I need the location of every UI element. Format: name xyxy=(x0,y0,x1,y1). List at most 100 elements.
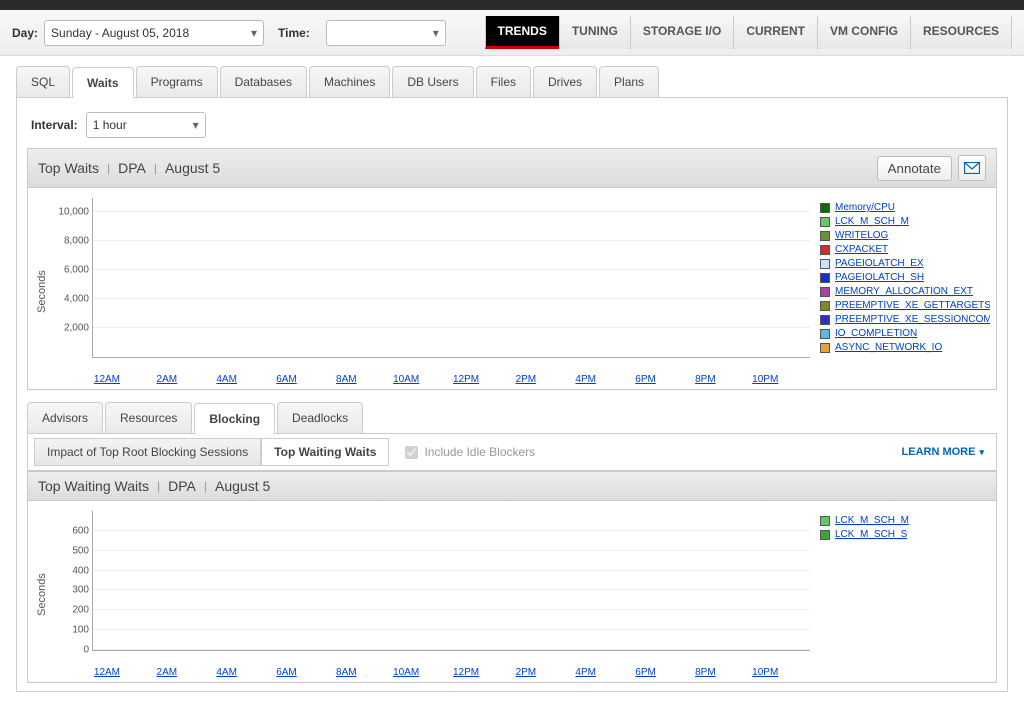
legend-item[interactable]: PAGEIOLATCH_EX xyxy=(820,258,990,269)
legend-label: PREEMPTIVE_XE_SESSIONCOMMIT xyxy=(835,314,990,325)
chart-plot-area[interactable]: 2,0004,0006,0008,00010,000 xyxy=(92,198,810,358)
sub-tab-databases[interactable]: Databases xyxy=(220,66,307,97)
x-tick[interactable]: 8PM xyxy=(690,374,720,385)
legend-label: PAGEIOLATCH_SH xyxy=(835,272,924,283)
x-tick[interactable]: 10AM xyxy=(391,667,421,678)
legend-label: WRITELOG xyxy=(835,230,888,241)
legend-swatch xyxy=(820,231,830,241)
chevron-down-icon: ▾ xyxy=(251,26,257,40)
sub-tab-db-users[interactable]: DB Users xyxy=(392,66,473,97)
x-tick[interactable]: 2PM xyxy=(511,374,541,385)
x-tick[interactable]: 6PM xyxy=(631,374,661,385)
day-value: Sunday - August 05, 2018 xyxy=(51,26,189,40)
nav-tab-resources[interactable]: RESOURCES xyxy=(910,16,1012,49)
learn-more-link[interactable]: LEARN MORE xyxy=(902,446,984,458)
x-tick[interactable]: 4AM xyxy=(212,374,242,385)
nav-tab-tuning[interactable]: TUNING xyxy=(559,16,630,49)
analysis-tab-advisors[interactable]: Advisors xyxy=(27,402,103,433)
legend-item[interactable]: LCK_M_SCH_S xyxy=(820,529,990,540)
legend-swatch xyxy=(820,301,830,311)
nav-tab-trends[interactable]: TRENDS xyxy=(485,16,559,49)
category-tabs: SQLWaitsProgramsDatabasesMachinesDB User… xyxy=(16,66,1008,98)
seg-impact[interactable]: Impact of Top Root Blocking Sessions xyxy=(34,438,261,466)
y-tick: 2,000 xyxy=(51,323,89,334)
legend-label: PAGEIOLATCH_EX xyxy=(835,258,924,269)
day-label: Day: xyxy=(12,26,38,40)
x-tick[interactable]: 4PM xyxy=(571,667,601,678)
section-meta: DPA xyxy=(118,160,146,176)
time-select[interactable]: ▾ xyxy=(326,20,446,46)
sub-tab-plans[interactable]: Plans xyxy=(599,66,659,97)
seg-top-waiting[interactable]: Top Waiting Waits xyxy=(261,438,389,466)
x-tick[interactable]: 2PM xyxy=(511,667,541,678)
legend-item[interactable]: LCK_M_SCH_M xyxy=(820,515,990,526)
analysis-tab-blocking[interactable]: Blocking xyxy=(194,403,275,434)
waits-panel: Interval: 1 hour ▾ Top Waits | DPA | Aug… xyxy=(16,98,1008,692)
legend-label: MEMORY_ALLOCATION_EXT xyxy=(835,286,973,297)
legend-swatch xyxy=(820,343,830,353)
chart-legend: LCK_M_SCH_M LCK_M_SCH_S xyxy=(810,511,990,678)
x-tick[interactable]: 10PM xyxy=(750,667,780,678)
legend-item[interactable]: IO_COMPLETION xyxy=(820,328,990,339)
nav-tab-storage-i-o[interactable]: STORAGE I/O xyxy=(630,16,733,49)
legend-swatch xyxy=(820,273,830,283)
legend-item[interactable]: CXPACKET xyxy=(820,244,990,255)
legend-label: LCK_M_SCH_S xyxy=(835,529,907,540)
x-tick[interactable]: 10AM xyxy=(391,374,421,385)
legend-label: PREEMPTIVE_XE_GETTARGETSTA xyxy=(835,300,990,311)
analysis-tab-resources[interactable]: Resources xyxy=(105,402,192,433)
mail-icon xyxy=(964,162,980,174)
top-waits-chart: Seconds 2,0004,0006,0008,00010,000 12AM 1… xyxy=(27,188,997,390)
legend-item[interactable]: MEMORY_ALLOCATION_EXT xyxy=(820,286,990,297)
analysis-tab-deadlocks[interactable]: Deadlocks xyxy=(277,402,363,433)
x-tick[interactable]: 8AM xyxy=(331,667,361,678)
x-tick[interactable]: 8AM xyxy=(331,374,361,385)
nav-tab-current[interactable]: CURRENT xyxy=(733,16,817,49)
chart-plot-area[interactable]: 0100200300400500600 xyxy=(92,511,810,651)
y-tick: 0 xyxy=(51,645,89,656)
legend-item[interactable]: PREEMPTIVE_XE_SESSIONCOMMIT xyxy=(820,314,990,325)
legend-swatch xyxy=(820,530,830,540)
interval-select[interactable]: 1 hour ▾ xyxy=(86,112,206,138)
email-button[interactable] xyxy=(958,155,986,181)
legend-item[interactable]: WRITELOG xyxy=(820,230,990,241)
legend-item[interactable]: PREEMPTIVE_XE_GETTARGETSTA xyxy=(820,300,990,311)
sub-tab-sql[interactable]: SQL xyxy=(16,66,70,97)
x-tick[interactable]: 12AM xyxy=(92,667,122,678)
sub-tab-machines[interactable]: Machines xyxy=(309,66,390,97)
y-tick: 6,000 xyxy=(51,265,89,276)
blocking-header: Top Waiting Waits | DPA | August 5 xyxy=(27,471,997,501)
sub-tab-programs[interactable]: Programs xyxy=(136,66,218,97)
sub-tab-drives[interactable]: Drives xyxy=(533,66,597,97)
x-tick[interactable]: 10PM xyxy=(750,374,780,385)
blocking-subheader: Impact of Top Root Blocking Sessions Top… xyxy=(27,434,997,471)
legend-swatch xyxy=(820,315,830,325)
sub-tab-files[interactable]: Files xyxy=(476,66,531,97)
sub-tab-waits[interactable]: Waits xyxy=(72,67,134,98)
y-axis-label: Seconds xyxy=(34,198,50,385)
x-tick[interactable]: 12PM xyxy=(451,374,481,385)
x-tick[interactable]: 12AM xyxy=(92,374,122,385)
section-title: Top Waiting Waits xyxy=(38,478,149,494)
nav-tab-vm-config[interactable]: VM CONFIG xyxy=(817,16,910,49)
window-topbar xyxy=(0,0,1024,10)
legend-item[interactable]: Memory/CPU xyxy=(820,202,990,213)
blocking-chart: Seconds 0100200300400500600 12AM1AM2AM3A… xyxy=(27,501,997,683)
chart-legend: Memory/CPU LCK_M_SCH_M WRITELOG CXPACKET PAG… xyxy=(810,198,990,385)
x-tick[interactable]: 6AM xyxy=(272,667,302,678)
interval-label: Interval: xyxy=(31,118,78,132)
x-tick[interactable]: 12PM xyxy=(451,667,481,678)
legend-item[interactable]: ASYNC_NETWORK_IO xyxy=(820,342,990,353)
x-tick[interactable]: 4AM xyxy=(212,667,242,678)
x-tick[interactable]: 4PM xyxy=(571,374,601,385)
x-tick[interactable]: 6AM xyxy=(272,374,302,385)
x-tick[interactable]: 2AM xyxy=(152,374,182,385)
include-idle-checkbox[interactable] xyxy=(405,446,418,459)
annotate-button[interactable]: Annotate xyxy=(877,156,952,181)
legend-item[interactable]: LCK_M_SCH_M xyxy=(820,216,990,227)
x-tick[interactable]: 8PM xyxy=(690,667,720,678)
x-tick[interactable]: 6PM xyxy=(631,667,661,678)
legend-item[interactable]: PAGEIOLATCH_SH xyxy=(820,272,990,283)
day-select[interactable]: Sunday - August 05, 2018 ▾ xyxy=(44,20,264,46)
x-tick[interactable]: 2AM xyxy=(152,667,182,678)
